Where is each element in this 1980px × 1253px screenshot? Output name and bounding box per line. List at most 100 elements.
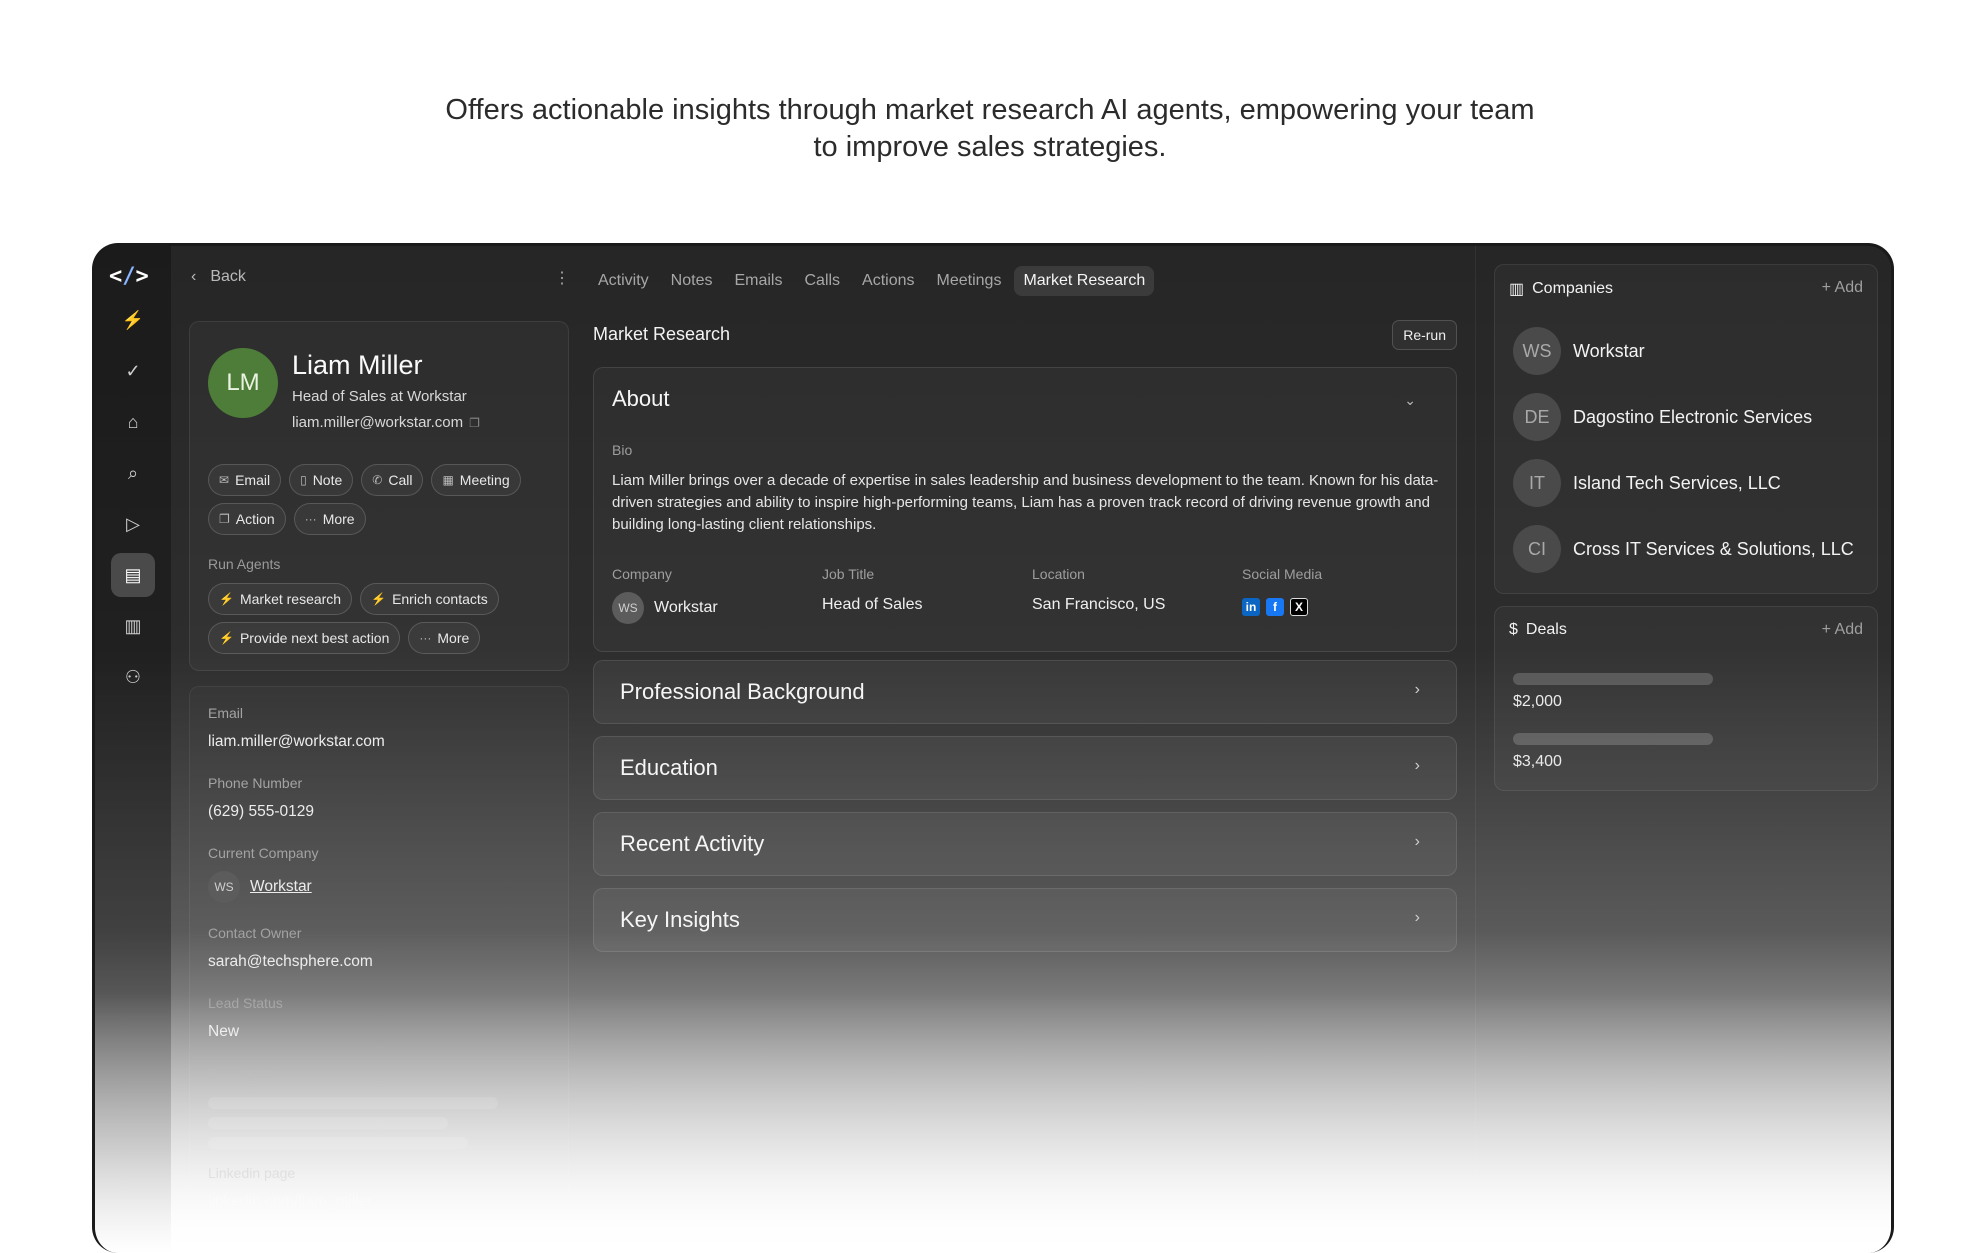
deals-panel: $ Deals + Add $2,000 $3,400 [1494,606,1878,791]
deal-name-skeleton [1513,733,1713,745]
deal-name-skeleton [1513,673,1713,685]
tab-activity[interactable]: Activity [589,266,658,296]
company-item[interactable]: CI Cross IT Services & Solutions, LLC [1513,525,1854,573]
section-heading: Professional Background [620,679,865,704]
section-title: Market Research [593,324,731,344]
copy-icon: ❐ [219,512,230,526]
email-button-label: Email [235,472,271,488]
home-icon[interactable]: ⌂ [111,400,155,444]
back-button[interactable]: ‹ Back [191,268,246,286]
contact-email: liam.miller@workstar.com ❐ [292,414,480,431]
note-button[interactable]: ▯ Note [289,464,354,496]
company-name: Workstar [1573,340,1645,361]
company-badge: WS [1513,327,1561,375]
owner-value[interactable]: sarah@techsphere.com [208,953,373,971]
recent-activity-section[interactable]: Recent Activity › [593,812,1457,876]
email-button[interactable]: ✉ Email [208,464,282,496]
app-logo[interactable]: </> [109,264,149,289]
description-skeleton [208,1117,448,1129]
education-section[interactable]: Education › [593,736,1457,800]
company-name: Island Tech Services, LLC [1573,472,1781,493]
check-circle-icon[interactable]: ✓ [111,349,155,393]
more-agents-button[interactable]: ··· More [408,622,481,654]
tab-calls[interactable]: Calls [795,266,849,296]
company-link[interactable]: Workstar [250,878,312,895]
more-vertical-icon[interactable]: ⋮ [554,268,570,288]
bolt-icon: ⚡ [219,631,234,645]
company-value[interactable]: WS Workstar [208,871,312,903]
users-icon[interactable]: ⚇ [111,655,155,699]
search-icon[interactable]: ⌕ [111,451,155,495]
phone-value[interactable]: (629) 555-0129 [208,803,314,821]
add-company-button[interactable]: + Add [1822,279,1863,297]
company-label: Current Company [208,845,319,861]
bio-label: Bio [612,442,633,458]
linkedin-icon[interactable]: in [1242,598,1260,616]
tab-market-research[interactable]: Market Research [1014,266,1155,296]
action-chips-row2: ❐ Action ··· More [208,503,366,535]
tab-meetings[interactable]: Meetings [928,266,1011,296]
agent-label: Provide next best action [239,630,390,646]
agent-label: Market research [239,591,342,607]
enrich-contacts-agent-button[interactable]: ⚡ Enrich contacts [360,583,499,615]
section-heading: Recent Activity [620,831,765,856]
description-label: Description [208,1065,279,1081]
company-badge: CI [1513,525,1561,573]
professional-background-section[interactable]: Professional Background › [593,660,1457,724]
about-heading[interactable]: About [612,386,670,412]
tab-emails[interactable]: Emails [725,266,791,296]
note-button-label: Note [312,472,343,488]
contacts-icon[interactable]: ▤ [111,553,155,597]
calendar-icon: ▦ [442,473,454,487]
key-insights-section[interactable]: Key Insights › [593,888,1457,952]
research-column: Activity Notes Emails Calls Actions Meet… [575,246,1475,1253]
bolt-icon: ⚡ [219,592,234,606]
run-agents-label: Run Agents [208,556,281,572]
tab-actions[interactable]: Actions [853,266,923,296]
action-button[interactable]: ❐ Action [208,503,286,535]
linkedin-value[interactable]: linkedin.com/liam_miller [208,1193,373,1211]
company-item[interactable]: WS Workstar [1513,327,1645,375]
call-button[interactable]: ✆ Call [361,464,424,496]
location-label: Location [1032,566,1085,582]
contact-details: Email liam.miller@workstar.com Phone Num… [189,686,569,1253]
market-research-agent-button[interactable]: ⚡ Market research [208,583,353,615]
facebook-icon[interactable]: f [1266,598,1284,616]
contact-name: Liam Miller [292,350,423,380]
deal-amount[interactable]: $3,400 [1513,753,1562,771]
add-deal-button[interactable]: + Add [1822,621,1863,639]
copy-icon[interactable]: ❐ [469,416,480,430]
companies-header: ▥ Companies [1509,279,1613,299]
location-value: San Francisco, US [1032,596,1166,613]
contact-column: ‹ Back ⋮ LM Liam Miller Head of Sales at… [171,246,575,1253]
deal-amount[interactable]: $2,000 [1513,693,1562,711]
send-icon[interactable]: ▷ [111,502,155,546]
company-name: Workstar [654,599,718,617]
chevron-right-icon: › [1414,833,1420,850]
next-best-action-agent-button[interactable]: ⚡ Provide next best action [208,622,401,654]
rerun-button[interactable]: Re-run [1392,320,1457,350]
bolt-icon[interactable]: ⚡ [111,298,155,342]
social-media-label: Social Media [1242,566,1323,582]
company-item[interactable]: IT Island Tech Services, LLC [1513,459,1781,507]
x-icon[interactable]: X [1290,598,1308,616]
chevron-right-icon: › [1414,757,1420,774]
lead-status-value[interactable]: New [208,1023,239,1041]
email-value[interactable]: liam.miller@workstar.com [208,733,385,751]
contact-role: Head of Sales at Workstar [292,388,467,405]
icon-rail: </> ⚡ ✓ ⌂ ⌕ ▷ ▤ ▥ ⚇ [95,246,171,1253]
action-button-label: Action [235,511,275,527]
deals-header: $ Deals [1509,621,1567,639]
chart-icon[interactable]: ▥ [111,604,155,648]
chevron-down-icon[interactable]: ⌄ [1404,392,1416,409]
company-meta-label: Company [612,566,672,582]
more-actions-label: More [322,511,355,527]
tab-notes[interactable]: Notes [662,266,722,296]
more-actions-button[interactable]: ··· More [293,503,366,535]
meeting-button[interactable]: ▦ Meeting [431,464,521,496]
company-item[interactable]: DE Dagostino Electronic Services [1513,393,1812,441]
job-title-label: Job Title [822,566,875,582]
mail-icon: ✉ [219,473,230,487]
logo-left: < [109,264,123,289]
company-badge: WS [208,871,240,903]
